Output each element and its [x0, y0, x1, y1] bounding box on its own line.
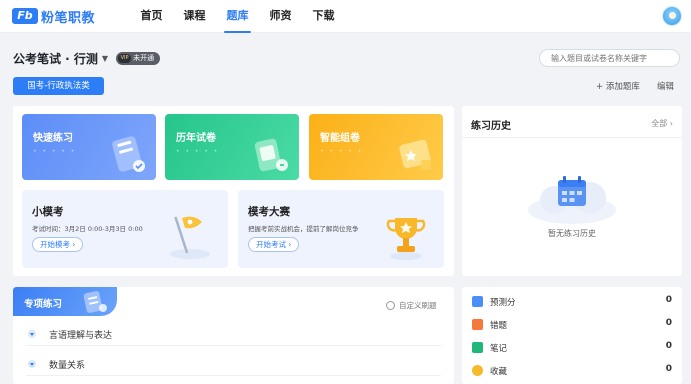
card-title: 智能组卷 [320, 133, 360, 144]
practice-history-panel: 练习历史 全部 › 暂无练习历史 [462, 106, 682, 276]
expand-caret-icon[interactable] [28, 330, 36, 338]
stat-value: 0 [665, 318, 672, 328]
past-papers-card[interactable]: 历年试卷 • • • • • [165, 114, 299, 180]
edit-button[interactable]: 编辑 [657, 80, 674, 92]
history-view-all-link[interactable]: 全部 › [651, 118, 673, 129]
stat-predicted-score[interactable]: 预测分 0 [462, 291, 682, 313]
user-avatar[interactable] [662, 6, 682, 26]
vip-status-badge[interactable]: VIP 未开通 [116, 52, 161, 65]
brand-logo[interactable]: Fb 粉笔职教 [12, 7, 96, 26]
top-navbar: Fb 粉笔职教 首页 课程 题库 师资 下载 [0, 0, 691, 33]
gear-icon [386, 301, 395, 310]
stat-wrong-questions[interactable]: 错题 0 [462, 314, 682, 336]
custom-practice-label: 自定义刷题 [399, 301, 437, 310]
main-nav: 首页 课程 题库 师资 下载 [130, 0, 345, 33]
flag-icon [170, 216, 210, 259]
mock-contest-title: 模考大赛 [248, 206, 290, 218]
mini-mock-time: 考试时间：3月2日 0:00-3月3日 0:00 [32, 225, 143, 233]
expand-caret-icon[interactable] [28, 360, 36, 368]
smart-paper-card[interactable]: 智能组卷 • • • • • [309, 114, 443, 180]
nav-teachers[interactable]: 师资 [259, 0, 302, 33]
vip-status-label: 未开通 [133, 54, 155, 62]
special-practice-tab: 专项练习 [13, 287, 117, 316]
smart-paper-icon [399, 139, 431, 170]
empty-calendar-icon [528, 176, 616, 224]
topic-item[interactable]: 数量关系 [26, 352, 441, 376]
add-question-bank-button[interactable]: + 添加题库 [596, 80, 640, 92]
practice-panel: 快速练习 • • • • • 历年试卷 • • • • • 智能组卷 • • •… [13, 106, 454, 276]
stat-value: 0 [665, 364, 672, 374]
notes-icon [472, 342, 483, 353]
chevron-down-icon: ▼ [101, 54, 109, 63]
chart-icon [472, 296, 483, 307]
star-icon [472, 365, 483, 376]
decor-dots: • • • • • [320, 148, 364, 155]
stat-notes[interactable]: 笔记 0 [462, 337, 682, 359]
search-input[interactable] [539, 49, 680, 67]
mock-contest-card[interactable]: 模考大赛 把握考前实战机会，提前了解岗位竞争 开始考试 › [238, 190, 444, 268]
topic-item[interactable]: 言语理解与表达 [26, 322, 441, 346]
category-tab[interactable]: 国考-行政执法类 [13, 77, 104, 95]
stat-label: 错题 [490, 321, 508, 331]
stat-label: 预测分 [490, 298, 516, 308]
stat-value: 0 [665, 341, 672, 351]
card-title: 历年试卷 [176, 133, 216, 144]
mini-mock-title: 小模考 [32, 206, 64, 218]
special-practice-title: 专项练习 [24, 299, 63, 310]
stat-label: 笔记 [490, 344, 508, 354]
vip-icon: VIP [118, 54, 132, 63]
quick-practice-card[interactable]: 快速练习 • • • • • [22, 114, 156, 180]
start-mock-button[interactable]: 开始模考 › [32, 237, 84, 252]
special-practice-panel: 专项练习 自定义刷题 言语理解与表达 数量关系 [13, 287, 454, 384]
mock-contest-desc: 把握考前实战机会，提前了解岗位竞争 [248, 225, 359, 233]
stat-label: 收藏 [490, 367, 508, 377]
divider [462, 137, 682, 138]
topic-label: 数量关系 [49, 361, 86, 371]
history-empty-text: 暂无练习历史 [548, 229, 596, 238]
brand-name: 粉笔职教 [41, 10, 96, 26]
nav-question-bank[interactable]: 题库 [216, 0, 259, 33]
subject-title: 公考笔试 · 行测 [13, 52, 98, 66]
clipboard-icon [83, 291, 107, 313]
stat-value: 0 [665, 295, 672, 305]
stat-favorites[interactable]: 收藏 0 [462, 360, 682, 382]
nav-home[interactable]: 首页 [130, 0, 173, 33]
custom-practice-button[interactable]: 自定义刷题 [386, 300, 437, 311]
quick-practice-icon [112, 136, 145, 172]
nav-download[interactable]: 下载 [302, 0, 345, 33]
stats-panel: 预测分 0 错题 0 笔记 0 收藏 0 [462, 287, 682, 384]
trophy-icon [386, 218, 426, 260]
history-title: 练习历史 [471, 121, 511, 132]
mini-mock-card[interactable]: 小模考 考试时间：3月2日 0:00-3月3日 0:00 开始模考 › [22, 190, 228, 268]
decor-dots: • • • • • [33, 148, 77, 155]
start-exam-button[interactable]: 开始考试 › [248, 237, 300, 252]
topic-label: 言语理解与表达 [49, 331, 113, 341]
logo-mark: Fb [12, 8, 38, 24]
decor-dots: • • • • • [176, 148, 220, 155]
subject-selector[interactable]: 公考笔试 · 行测 ▼ VIP 未开通 [13, 50, 161, 67]
wrong-questions-icon [472, 319, 483, 330]
nav-courses[interactable]: 课程 [173, 0, 216, 33]
card-title: 快速练习 [33, 133, 73, 144]
past-papers-icon [254, 138, 288, 172]
